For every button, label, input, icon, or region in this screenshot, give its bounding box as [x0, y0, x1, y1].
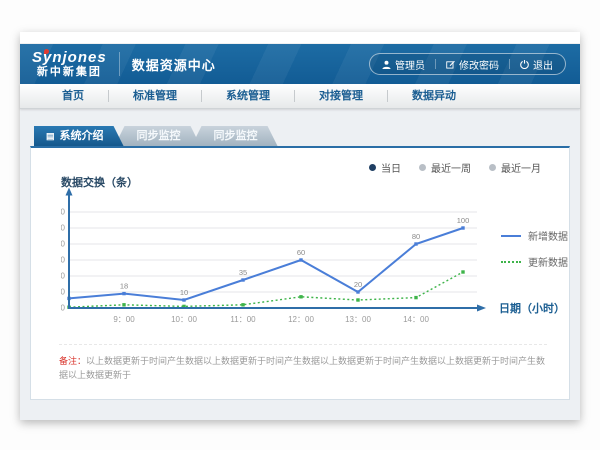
- tab-system-intro[interactable]: ▤ 系统介绍: [34, 126, 124, 146]
- document-icon: ▤: [46, 132, 55, 141]
- svg-text:20: 20: [354, 280, 362, 289]
- screenshot-frame: Synjones 新中新集团 数据资源中心 管理员: [0, 0, 600, 450]
- logo-company-name: 新中新集团: [37, 67, 102, 78]
- svg-text:35: 35: [239, 268, 247, 277]
- logout-button[interactable]: 退出: [520, 57, 553, 72]
- page-title: 数据资源中心: [132, 55, 216, 74]
- logout-label: 退出: [533, 57, 553, 72]
- tab-bar: ▤ 系统介绍 同步监控 同步监控: [34, 126, 580, 146]
- window-top-strip: [20, 32, 580, 44]
- app-header: Synjones 新中新集团 数据资源中心 管理员: [20, 44, 580, 84]
- svg-text:20: 20: [61, 288, 66, 297]
- svg-text:10: 10: [180, 288, 188, 297]
- svg-text:18: 18: [120, 282, 128, 291]
- change-password-label: 修改密码: [459, 57, 499, 72]
- svg-text:14：00: 14：00: [403, 315, 429, 324]
- user-toolbar-separator: [435, 59, 436, 69]
- tab-sync-monitor-1[interactable]: 同步监控: [115, 126, 201, 146]
- radio-icon: [489, 164, 496, 171]
- app-window: Synjones 新中新集团 数据资源中心 管理员: [20, 32, 580, 420]
- header-divider: [119, 52, 120, 76]
- line-chart: 0 20 40 60 80 100 120 9：00 10：00 11：00 12：00 13：00 1…: [61, 186, 491, 331]
- chart-legend: 新增数据 更新数据: [501, 228, 568, 269]
- svg-text:80: 80: [412, 232, 420, 241]
- svg-text:9：00: 9：00: [113, 315, 135, 324]
- footnote: 备注：以上数据更新于时间产生数据以上数据更新于时间产生数据以上数据更新于时间产生…: [59, 344, 547, 382]
- svg-text:60: 60: [297, 248, 305, 257]
- footnote-text: 以上数据更新于时间产生数据以上数据更新于时间产生数据以上数据更新于时间产生数据以…: [59, 356, 545, 380]
- nav-item-standard-mgmt[interactable]: 标准管理: [109, 84, 201, 109]
- admin-user-label: 管理员: [395, 57, 425, 72]
- chart-panel: 当日 最近一周 最近一月 数据交换（条） 0204060801001209：00…: [30, 146, 570, 400]
- solid-line-icon: [501, 235, 521, 237]
- change-password-button[interactable]: 修改密码: [446, 57, 499, 72]
- time-range-radio-group: 当日 最近一周 最近一月: [369, 160, 541, 175]
- radio-icon: [369, 164, 376, 171]
- radio-icon: [419, 164, 426, 171]
- user-icon: [382, 60, 391, 69]
- logo-red-accent-icon: [44, 49, 49, 54]
- footnote-label: 备注：: [59, 356, 86, 366]
- tab-sync-monitor-2[interactable]: 同步监控: [192, 126, 278, 146]
- range-radio[interactable]: 当日: [369, 160, 401, 175]
- svg-text:60: 60: [61, 256, 66, 265]
- admin-user-button[interactable]: 管理员: [382, 57, 425, 72]
- tab-label: 系统介绍: [60, 126, 104, 146]
- x-axis-title: 日期（小时）: [499, 300, 565, 316]
- user-toolbar-separator: [509, 59, 510, 69]
- svg-text:12：00: 12：00: [288, 315, 314, 324]
- svg-text:13：00: 13：00: [345, 315, 371, 324]
- svg-text:10：00: 10：00: [171, 315, 197, 324]
- nav-item-home[interactable]: 首页: [38, 84, 108, 109]
- logo-wordmark: Synjones: [32, 50, 107, 65]
- nav-item-interface-mgmt[interactable]: 对接管理: [295, 84, 387, 109]
- nav-item-system-mgmt[interactable]: 系统管理: [202, 84, 294, 109]
- range-radio[interactable]: 最近一月: [489, 160, 541, 175]
- power-icon: [520, 60, 529, 69]
- svg-text:40: 40: [61, 272, 66, 281]
- legend-item-new-data[interactable]: 新增数据: [501, 228, 568, 243]
- svg-text:100: 100: [61, 224, 66, 233]
- edit-icon: [446, 60, 455, 69]
- legend-item-updated-data[interactable]: 更新数据: [501, 254, 568, 269]
- tab-label: 同步监控: [137, 126, 181, 146]
- svg-text:120: 120: [61, 208, 66, 217]
- svg-text:80: 80: [61, 240, 66, 249]
- svg-text:0: 0: [61, 304, 66, 313]
- dotted-line-icon: [501, 261, 521, 263]
- main-nav: 首页 标准管理 系统管理 对接管理 数据异动: [20, 84, 580, 109]
- range-radio[interactable]: 最近一周: [419, 160, 471, 175]
- nav-item-data-change[interactable]: 数据异动: [388, 84, 480, 109]
- svg-text:11：00: 11：00: [230, 315, 256, 324]
- tab-label: 同步监控: [214, 126, 258, 146]
- svg-text:100: 100: [457, 216, 470, 225]
- synjones-logo[interactable]: Synjones 新中新集团: [32, 50, 107, 78]
- user-toolbar: 管理员 修改密码 退出: [369, 53, 566, 75]
